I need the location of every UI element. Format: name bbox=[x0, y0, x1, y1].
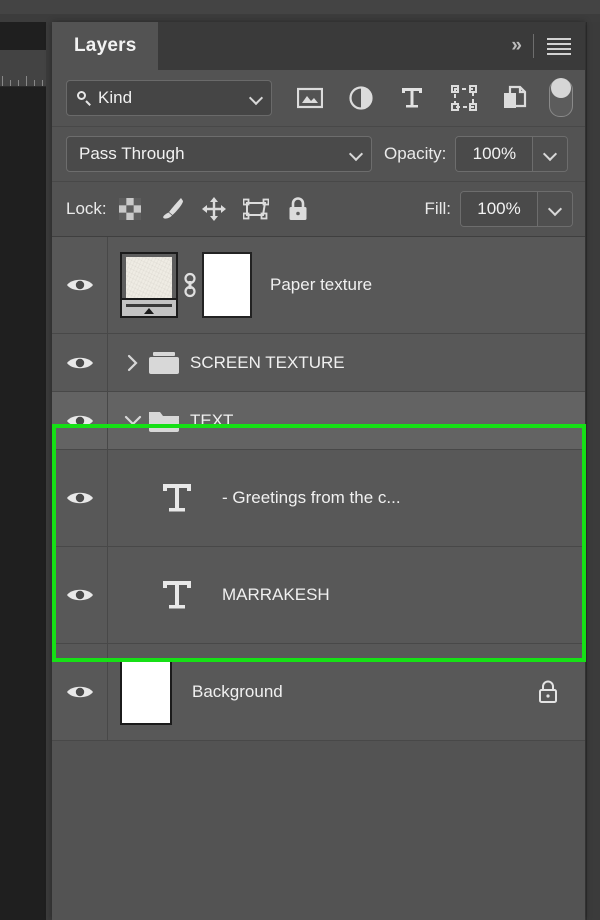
layer-thumbnail[interactable] bbox=[120, 252, 178, 318]
chevron-down-icon[interactable] bbox=[120, 415, 146, 427]
lock-all-icon[interactable] bbox=[283, 194, 313, 224]
app-top-bar bbox=[0, 0, 600, 14]
chevron-down-icon bbox=[350, 148, 363, 161]
opacity-label: Opacity: bbox=[384, 144, 447, 163]
layer-name: - Greetings from the c... bbox=[222, 488, 401, 507]
pixel-layers-filter-icon[interactable] bbox=[295, 83, 325, 113]
chevron-down-icon bbox=[544, 148, 557, 161]
layer-visibility-toggle[interactable] bbox=[52, 392, 108, 449]
type-layer-icon[interactable] bbox=[146, 480, 208, 516]
layer-row-paper-texture[interactable]: Paper texture bbox=[52, 237, 585, 334]
layer-row-content: Paper texture bbox=[108, 237, 585, 333]
lock-image-pixels-icon[interactable] bbox=[157, 194, 187, 224]
search-icon bbox=[77, 90, 92, 106]
panel-menu-icon[interactable] bbox=[547, 37, 571, 55]
layer-row-text-group[interactable]: TEXT bbox=[52, 392, 585, 450]
collapse-panels-icon[interactable]: ›› bbox=[511, 35, 522, 57]
lock-label: Lock: bbox=[66, 199, 107, 218]
fill-dropdown-button[interactable] bbox=[537, 192, 572, 226]
layer-filter-row: Kind bbox=[52, 70, 585, 127]
layer-row-content: MARRAKESH bbox=[108, 547, 585, 643]
layer-name: MARRAKESH bbox=[222, 585, 330, 604]
layer-thumbnail-image bbox=[126, 257, 172, 298]
tab-layers-label: Layers bbox=[74, 35, 137, 56]
horizontal-ruler bbox=[0, 50, 46, 87]
tab-bar-controls: ›› bbox=[511, 22, 585, 70]
tab-bar-spacer bbox=[158, 22, 511, 70]
chevron-down-icon bbox=[549, 203, 562, 216]
blend-mode-value: Pass Through bbox=[79, 144, 185, 163]
layers-panel: Layers ›› Kind Pass Through Opacity: 100… bbox=[52, 22, 585, 920]
lock-transparent-pixels-icon[interactable] bbox=[115, 194, 145, 224]
tab-layers[interactable]: Layers bbox=[52, 22, 159, 70]
lock-position-icon[interactable] bbox=[199, 194, 229, 224]
filter-kind-label: Kind bbox=[98, 88, 133, 107]
filter-kind-select[interactable]: Kind bbox=[66, 80, 272, 116]
opacity-dropdown-button[interactable] bbox=[532, 137, 568, 171]
chevron-down-icon bbox=[250, 92, 263, 105]
layer-row-content: TEXT bbox=[108, 392, 585, 449]
layer-list: Paper texture SCREEN TEXTURE TEXT - Gree… bbox=[52, 237, 585, 887]
layer-row-content: - Greetings from the c... bbox=[108, 450, 585, 546]
filter-type-icons bbox=[272, 83, 547, 113]
chevron-right-icon[interactable] bbox=[120, 354, 146, 372]
layer-row-content: SCREEN TEXTURE bbox=[108, 334, 585, 391]
layer-name: SCREEN TEXTURE bbox=[190, 352, 345, 372]
layer-row-greetings-text[interactable]: - Greetings from the c... bbox=[52, 450, 585, 547]
type-layers-filter-icon[interactable] bbox=[397, 83, 427, 113]
fill-label: Fill: bbox=[424, 199, 451, 218]
tab-bar-divider bbox=[533, 34, 534, 58]
fill-control: 100% bbox=[460, 191, 573, 227]
right-panel-dock bbox=[586, 22, 600, 920]
layer-row-screen-texture[interactable]: SCREEN TEXTURE bbox=[52, 334, 585, 392]
app-options-bar bbox=[0, 14, 600, 22]
layer-mask-thumbnail[interactable] bbox=[202, 252, 252, 318]
lock-icon-group bbox=[115, 194, 313, 224]
layer-visibility-toggle[interactable] bbox=[52, 644, 108, 740]
toggle-knob bbox=[551, 78, 571, 98]
layer-thumbnail[interactable] bbox=[120, 659, 172, 725]
panel-tab-bar: Layers ›› bbox=[52, 22, 585, 70]
layer-row-background[interactable]: Background bbox=[52, 644, 585, 741]
canvas-area bbox=[0, 22, 46, 920]
layer-visibility-toggle[interactable] bbox=[52, 334, 108, 391]
layer-visibility-toggle[interactable] bbox=[52, 547, 108, 643]
adjustment-layers-filter-icon[interactable] bbox=[346, 83, 376, 113]
lock-artboard-nesting-icon[interactable] bbox=[241, 194, 271, 224]
blend-mode-select[interactable]: Pass Through bbox=[66, 136, 372, 172]
lock-row: Lock: Fill: 100% bbox=[52, 182, 585, 237]
folder-closed-icon bbox=[146, 350, 182, 376]
layer-thumbnail-slider bbox=[122, 298, 176, 316]
fill-input[interactable]: 100% bbox=[461, 192, 537, 226]
layer-row-content: Background bbox=[108, 644, 585, 740]
type-layer-icon[interactable] bbox=[146, 577, 208, 613]
shape-layers-filter-icon[interactable] bbox=[449, 83, 479, 113]
smart-object-filter-icon[interactable] bbox=[500, 83, 530, 113]
opacity-control: 100% bbox=[455, 136, 569, 172]
layer-visibility-toggle[interactable] bbox=[52, 450, 108, 546]
layer-name: Paper texture bbox=[270, 275, 373, 294]
mask-link-icon[interactable] bbox=[178, 270, 202, 300]
folder-open-icon bbox=[146, 408, 182, 434]
layer-list-empty-area bbox=[52, 741, 585, 887]
layer-name: Background bbox=[192, 682, 283, 701]
layer-row-marrakesh-text[interactable]: MARRAKESH bbox=[52, 547, 585, 644]
filter-enable-toggle[interactable] bbox=[549, 78, 573, 117]
blend-mode-row: Pass Through Opacity: 100% bbox=[52, 127, 585, 182]
opacity-input[interactable]: 100% bbox=[456, 137, 533, 171]
layer-locked-badge bbox=[537, 679, 559, 705]
layer-visibility-toggle[interactable] bbox=[52, 237, 108, 333]
layer-name: TEXT bbox=[190, 410, 234, 430]
